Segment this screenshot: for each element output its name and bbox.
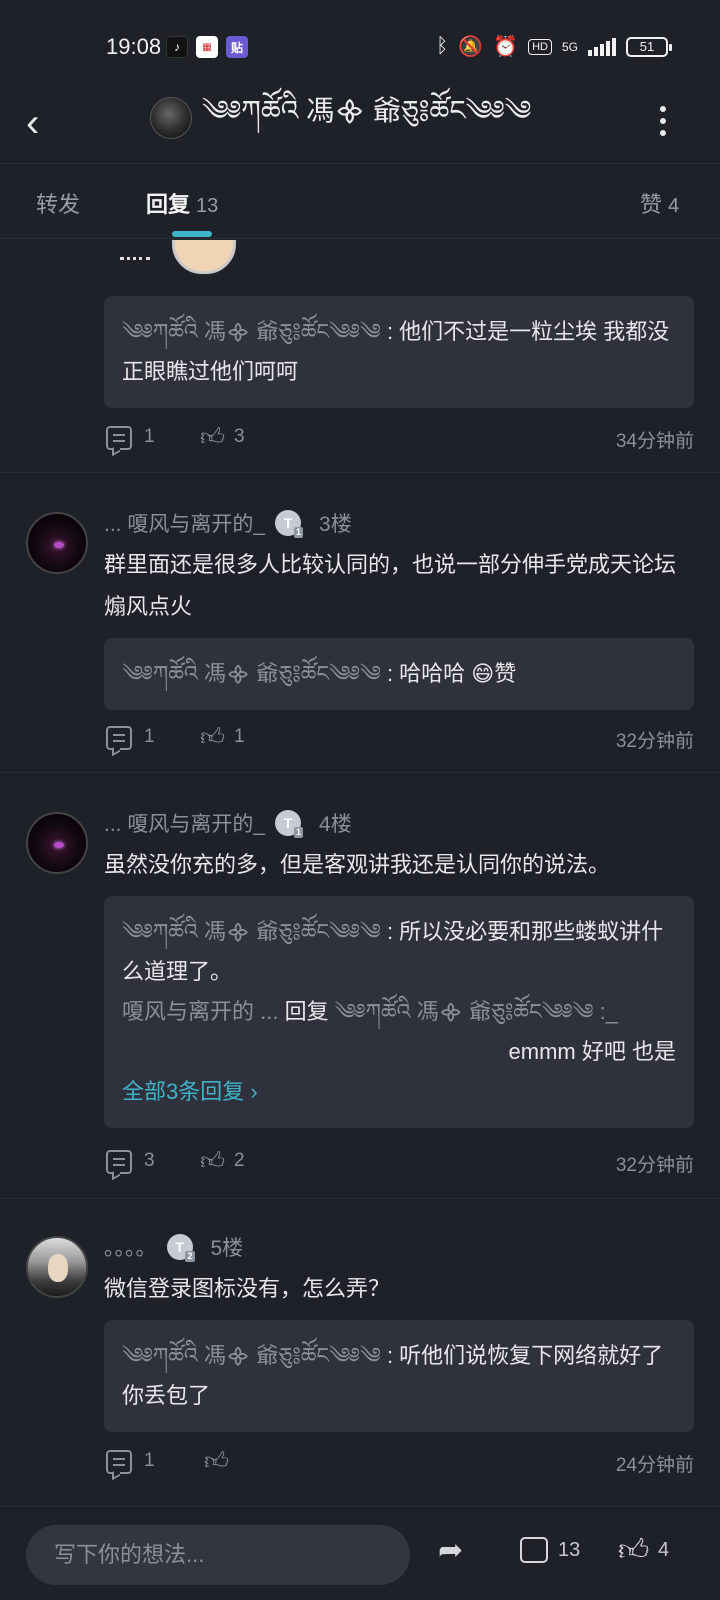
like-icon[interactable]: 👍︎ bbox=[204, 1450, 230, 1474]
quoted-author[interactable]: ༄༅ཀཚོའི 馮᯽ 爺ཅུ༔ཚོང༄༅༄ bbox=[122, 661, 381, 686]
news-app-icon: ▦ bbox=[196, 36, 218, 58]
avatar[interactable] bbox=[26, 1236, 88, 1298]
post-actions: 1 👍︎ 1 32分钟前 bbox=[104, 726, 694, 756]
back-icon[interactable]: ‹ bbox=[26, 103, 66, 144]
battery-icon: 51 bbox=[626, 36, 672, 57]
active-tab-indicator bbox=[172, 231, 212, 237]
share-icon[interactable]: ➦ bbox=[438, 1533, 463, 1568]
quoted-reply[interactable]: ༄༅ཀཚོའི 馮᯽ 爺ཅུ༔ཚོང༄༅༄ : 哈哈哈 😄赞 bbox=[104, 638, 694, 710]
divider bbox=[0, 772, 720, 773]
divider bbox=[0, 472, 720, 473]
header-avatar[interactable] bbox=[150, 97, 192, 139]
tab-reply-label: 回复 bbox=[146, 192, 191, 217]
reply-feed[interactable]: ༄༅ཀཚོའི 馮᯽ 爺ཅུ༔ཚོང༄༅༄ : 他们不过是一粒尘埃 我都没正眼瞧… bbox=[0, 240, 720, 1505]
avatar[interactable] bbox=[26, 812, 88, 874]
like-icon[interactable]: 👍︎ bbox=[200, 426, 226, 450]
comment-count: 1 bbox=[144, 426, 155, 447]
status-time: 19:08 bbox=[106, 34, 162, 59]
post-actions: 1 👍︎ 3 34分钟前 bbox=[104, 426, 694, 456]
sub-reply[interactable]: 嗄风与离开的 ... 回复 ༄༅ཀཚོའི 馮᯽ 爺ཅུ༔ཚོང༄༅༄ :_ bbox=[122, 992, 676, 1032]
level-badge-icon: T2 bbox=[166, 1234, 195, 1262]
comment-icon[interactable] bbox=[106, 1450, 132, 1474]
comment-icon[interactable] bbox=[106, 1150, 132, 1174]
sub-reply-verb: 回复 bbox=[284, 999, 329, 1024]
quoted-author[interactable]: ༄༅ཀཚོའི 馮᯽ 爺ཅུ༔ཚོང༄༅༄ bbox=[122, 319, 381, 344]
bluetooth-icon: ᛒ bbox=[436, 35, 449, 57]
comment-count: 1 bbox=[144, 726, 155, 747]
status-bar: 19:08 ♪ ▦ 贴 ᛒ 🔕 ⏰ HD 5G 51 bbox=[0, 0, 720, 88]
post-time: 32分钟前 bbox=[615, 1155, 694, 1176]
sticker-image bbox=[120, 240, 260, 276]
floor-number: 4楼 bbox=[319, 813, 352, 836]
alarm-icon: ⏰ bbox=[493, 36, 519, 58]
comment-total: 13 bbox=[558, 1539, 581, 1561]
post-actions: 3 👍︎ 2 32分钟前 bbox=[104, 1150, 694, 1180]
tab-forward-label: 转发 bbox=[36, 192, 81, 217]
tab-likes-label: 赞 bbox=[640, 192, 663, 217]
quoted-reply[interactable]: ༄༅ཀཚོའི 馮᯽ 爺ཅུ༔ཚོང༄༅༄ : 他们不过是一粒尘埃 我都没正眼瞧… bbox=[104, 296, 694, 408]
author-name[interactable]: ... 嗄风与离开的_ bbox=[104, 508, 265, 538]
like-count: 3 bbox=[234, 426, 245, 447]
author-line: 。。。。 T2 5楼 bbox=[104, 1232, 243, 1262]
post-text: 虽然没你充的多，但是客观讲我还是认同你的说法。 bbox=[104, 852, 611, 877]
author-name[interactable]: ... 嗄风与离开的_ bbox=[104, 808, 265, 838]
like-icon[interactable]: 👍︎ bbox=[200, 726, 226, 750]
like-icon[interactable]: 👍︎ bbox=[200, 1150, 226, 1174]
quoted-author[interactable]: ༄༅ཀཚོའི 馮᯽ 爺ཅུ༔ཚོང༄༅༄ bbox=[122, 1343, 381, 1368]
like-count: 2 bbox=[234, 1150, 245, 1171]
thread-header: ‹ ༄༅ཀཚོའི 馮᯽ 爺ཅུ༔ཚོང༄༅༄ bbox=[0, 88, 720, 164]
more-options-icon[interactable] bbox=[658, 106, 668, 136]
status-indicators: ᛒ 🔕 ⏰ HD 5G 51 bbox=[436, 34, 672, 59]
status-app-icons: ♪ ▦ 贴 bbox=[166, 36, 248, 58]
signal-icon bbox=[588, 37, 616, 56]
comment-icon[interactable] bbox=[520, 1537, 548, 1563]
floor-number: 5楼 bbox=[210, 1237, 244, 1260]
all-replies-link[interactable]: 全部3条回复 › bbox=[122, 1072, 676, 1112]
header-user[interactable]: ༄༅ཀཚོའི 馮᯽ 爺ཅུ༔ཚོང༄༅༄ bbox=[150, 95, 531, 140]
reply-tabs: 转发 回复 13 赞4 bbox=[0, 165, 720, 239]
author-name[interactable]: 。。。。 bbox=[104, 1232, 157, 1262]
comment-count: 3 bbox=[144, 1150, 155, 1171]
quoted-text: 哈哈哈 😄赞 bbox=[399, 661, 517, 686]
network-type: 5G bbox=[561, 39, 578, 54]
sub-reply-text: emmm 好吧 也是 bbox=[508, 1039, 676, 1064]
author-line: ... 嗄风与离开的_ T1 3楼 bbox=[104, 508, 352, 538]
quoted-reply[interactable]: ༄༅ཀཚོའི 馮᯽ 爺ཅུ༔ཚོང༄༅༄ : 所以没必要和那些蝼蚁讲什么道理了… bbox=[104, 896, 694, 1128]
bottom-action-bar: 写下你的想法... ➦ 13 👍︎ 4 bbox=[0, 1506, 720, 1600]
tab-likes-count: 4 bbox=[668, 195, 680, 217]
post-text: 微信登录图标没有，怎么弄？ bbox=[104, 1276, 391, 1301]
mute-icon: 🔕 bbox=[458, 36, 484, 58]
hd-badge: HD bbox=[528, 38, 552, 55]
post-time: 34分钟前 bbox=[615, 431, 694, 452]
post-time: 32分钟前 bbox=[615, 731, 694, 752]
tab-forward[interactable]: 转发 bbox=[36, 187, 80, 219]
like-count: 1 bbox=[234, 726, 245, 747]
reply-input[interactable]: 写下你的想法... bbox=[26, 1525, 410, 1585]
tieba-icon: 贴 bbox=[226, 36, 248, 58]
level-badge-icon: T1 bbox=[275, 810, 304, 838]
like-total: 4 bbox=[658, 1539, 670, 1561]
like-icon[interactable]: 👍︎ bbox=[618, 1533, 649, 1569]
tab-reply[interactable]: 回复 13 bbox=[146, 187, 218, 219]
author-line: ... 嗄风与离开的_ T1 4楼 bbox=[104, 808, 352, 838]
sub-reply-author[interactable]: 嗄风与离开的 ... bbox=[122, 999, 278, 1024]
sub-reply-target[interactable]: ༄༅ཀཚོའི 馮᯽ 爺ཅུ༔ཚོང༄༅༄ :_ bbox=[335, 999, 618, 1024]
level-badge-icon: T1 bbox=[275, 510, 304, 538]
post-actions: 1 👍︎ 24分钟前 bbox=[104, 1450, 694, 1480]
avatar[interactable] bbox=[26, 512, 88, 574]
tab-reply-count: 13 bbox=[196, 195, 219, 217]
tab-likes[interactable]: 赞4 bbox=[640, 187, 679, 219]
post-text: 群里面还是很多人比较认同的，也说一部分伸手党成天论坛煽风点火 bbox=[104, 552, 677, 619]
comment-icon[interactable] bbox=[106, 426, 132, 450]
page-title: ༄༅ཀཚོའི 馮᯽ 爺ཅུ༔ཚོང༄༅༄ bbox=[202, 94, 532, 126]
quoted-reply[interactable]: ༄༅ཀཚོའི 馮᯽ 爺ཅུ༔ཚོང༄༅༄ : 听他们说恢复下网络就好了 你丢包… bbox=[104, 1320, 694, 1432]
comment-icon[interactable] bbox=[106, 726, 132, 750]
post-time: 24分钟前 bbox=[615, 1455, 694, 1476]
comment-count: 1 bbox=[144, 1450, 155, 1471]
quoted-author[interactable]: ༄༅ཀཚོའི 馮᯽ 爺ཅུ༔ཚོང༄༅༄ bbox=[122, 919, 381, 944]
douyin-icon: ♪ bbox=[166, 36, 188, 58]
floor-number: 3楼 bbox=[319, 513, 352, 536]
divider bbox=[0, 1198, 720, 1199]
